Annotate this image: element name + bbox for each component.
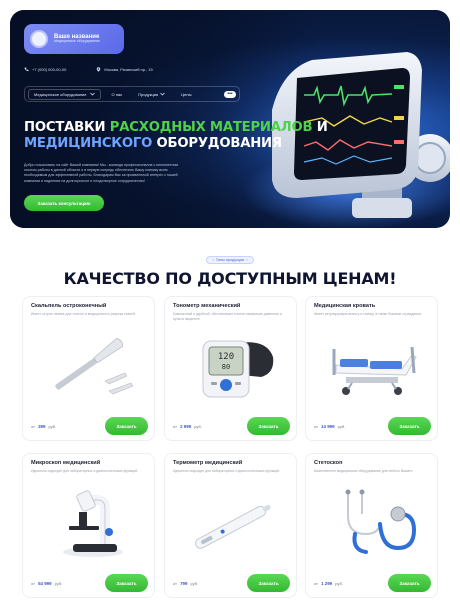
nav-item-label: Цены [181,91,192,97]
category-label: Медицинское оборудование [34,91,87,97]
price-prefix: от [314,581,318,586]
brand-subtitle: Медицинское оборудование [54,39,100,44]
price-value: 399 [38,424,46,429]
nav-item-label: Продукция [138,91,159,97]
phone-contact[interactable]: +7 (000) 000-00-00 [24,67,66,72]
product-description: Компактный и удобный, обеспечивает точно… [173,312,282,321]
product-name: Скальпель остроконечный [31,303,107,309]
address-text: Москва, Рязанский пр., 15 [104,67,153,72]
section-badge[interactable]: ‹ Типы продукции › [206,256,254,264]
microscope-icon [63,490,123,557]
product-name: Термометр медицинский [173,460,243,466]
product-price: от 1 299 руб. [314,581,343,586]
phone-text: +7 (000) 000-00-00 [32,67,67,72]
hero-title-part: ПОСТАВКИ [24,120,110,135]
hero-title-part: РАСХОДНЫХ МАТЕРИАЛОВ [109,120,313,135]
product-name: Стетоскоп [314,460,343,466]
chevron-right-icon: › [246,258,248,262]
product-name: Медицинская кровать [314,303,376,309]
price-currency: руб. [194,424,202,429]
product-card: Микроскоп медицинский Идеально подходит … [22,453,155,598]
hero-title: ПОСТАВКИ РАСХОДНЫХ МАТЕРИАЛОВ И МЕДИЦИНС… [24,120,328,152]
main-nav: Медицинское оборудование О нас Продукция… [24,86,240,102]
product-description: Качественное медицинское оборудование дл… [314,469,413,473]
price-prefix: от [31,424,35,429]
hero-title-part: И [312,120,328,135]
product-name: Тонометр механический [173,303,241,309]
nav-item-about[interactable]: О нас [107,92,128,97]
logo-icon [30,30,48,48]
product-card: Скальпель остроконечный Имеет острое лез… [22,296,155,441]
product-price: от 799 руб. [173,581,198,586]
hero-banner: Ваше название Медицинское оборудование +… [10,10,450,228]
price-prefix: от [314,424,318,429]
product-price: от 399 руб. [31,424,56,429]
order-button[interactable]: Заказать [388,417,431,435]
more-menu-button[interactable]: ••• [224,90,236,98]
product-description: Имеет острое лезвие для точного и медици… [31,312,136,316]
price-prefix: от [173,424,177,429]
product-price: от 2 999 руб. [173,424,202,429]
product-name: Микроскоп медицинский [31,460,101,466]
chevron-left-icon: ‹ [212,258,214,262]
svg-text:80: 80 [222,363,230,371]
product-price: от 14 999 руб. [314,424,345,429]
stethoscope-icon [345,489,417,554]
price-value: 14 999 [321,424,335,429]
consultation-button[interactable]: Заказать консультацию [24,195,104,211]
order-button[interactable]: Заказать [247,574,290,592]
chevron-down-icon [160,92,165,96]
order-button[interactable]: Заказать [247,417,290,435]
product-card: Стетоскоп Качественное медицинское обору… [305,453,438,598]
price-currency: руб. [335,581,343,586]
price-currency: руб. [190,581,199,586]
price-currency: руб. [54,581,63,586]
price-value: 799 [180,581,188,586]
brand-logo[interactable]: Ваше название Медицинское оборудование [24,24,124,54]
hospital-bed-icon [332,346,417,395]
nav-item-prices[interactable]: Цены [176,92,196,97]
thermometer-icon [195,504,271,549]
svg-text:120: 120 [218,352,234,362]
hero-title-part: МЕДИЦИНСКОГО [24,136,157,152]
scalpel-icon [55,337,134,395]
address-contact: Москва, Рязанский пр., 15 [96,67,153,72]
hero-title-part: ОБОРУДОВАНИЯ [156,136,283,152]
product-card: Термометр медицинский Идеально подходит … [164,453,297,598]
price-currency: руб. [48,424,57,429]
price-prefix: от [31,581,35,586]
tonometer-icon: 120 80 [202,340,274,398]
product-description: Имеет регулируемую высоту и спинку, а та… [314,312,422,316]
phone-icon [24,67,29,72]
product-description: Идеально подходит для лабораторных и диа… [173,469,281,473]
product-card: Медицинская кровать Имеет регулируемую в… [305,296,438,441]
hero-description: Добро пожаловать на сайт Вашей компании!… [24,163,178,183]
nav-item-products[interactable]: Продукция [133,92,170,97]
price-prefix: от [173,581,177,586]
product-card: Тонометр механический Компактный и удобн… [164,296,297,441]
price-value: 1 299 [321,581,333,586]
section-badge-label: Типы продукции [215,258,245,262]
price-currency: руб. [337,424,346,429]
order-button[interactable]: Заказать [105,417,148,435]
product-price: от 54 999 руб. [31,581,62,586]
price-value: 54 999 [38,581,52,586]
location-icon [97,67,101,72]
product-description: Идеально подходит для лабораторных и диа… [31,469,139,473]
order-button[interactable]: Заказать [105,574,148,592]
contacts: +7 (000) 000-00-00 Москва, Рязанский пр.… [24,67,153,72]
chevron-down-icon [89,92,95,96]
price-value: 2 999 [180,424,192,429]
category-dropdown[interactable]: Медицинское оборудование [28,88,101,100]
section-title: КАЧЕСТВО ПО ДОСТУПНЫМ ЦЕНАМ! [63,269,397,288]
nav-item-label: О нас [111,91,123,97]
section-badge-wrap: ‹ Типы продукции › [0,256,460,264]
order-button[interactable]: Заказать [388,574,431,592]
